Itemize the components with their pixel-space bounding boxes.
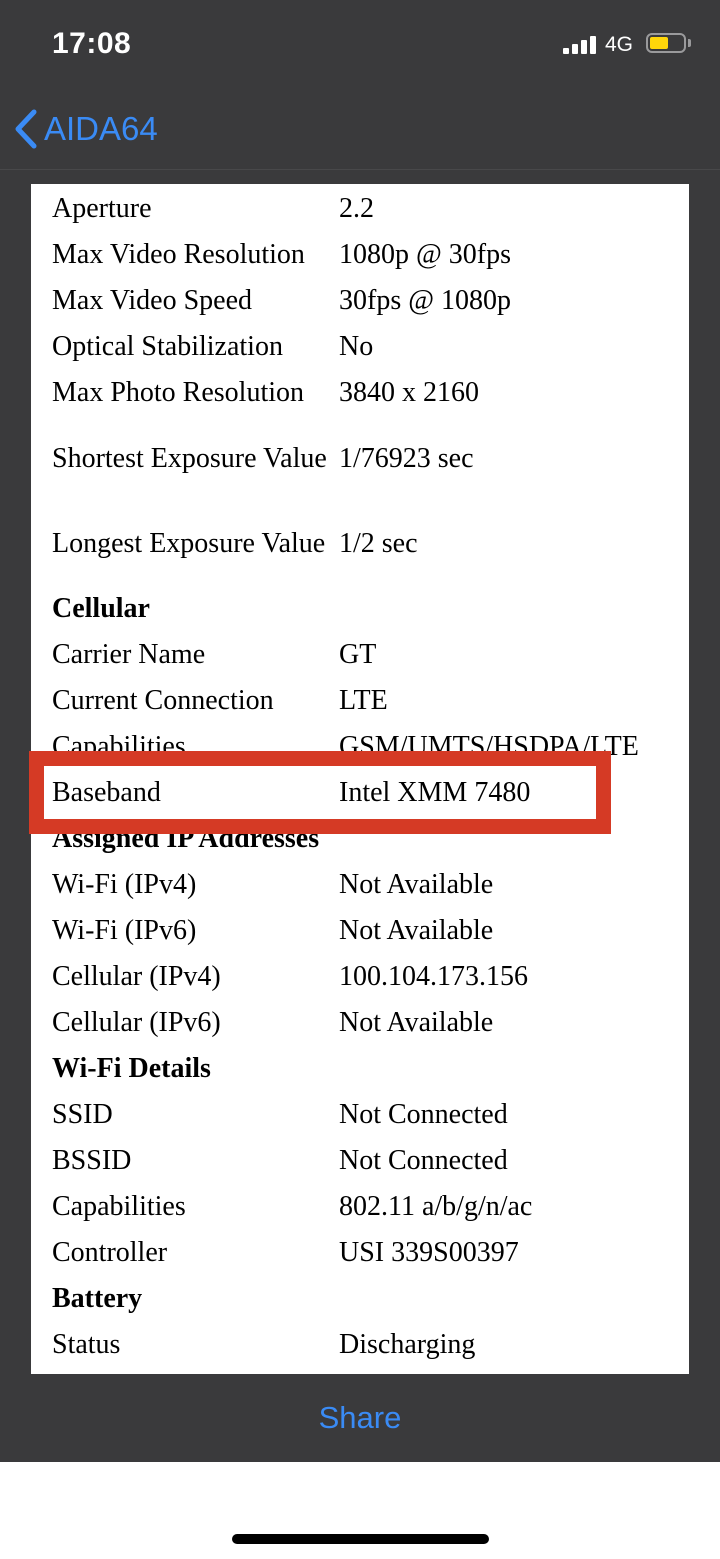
back-button[interactable]: AIDA64 (14, 104, 158, 154)
info-row-label: Baseband (52, 777, 161, 808)
info-row-value: No (339, 331, 374, 362)
status-bar: 17:08 4G (0, 0, 720, 90)
info-row: Controller USI 339S00397 (31, 1230, 689, 1276)
info-row-value: GT (339, 639, 377, 670)
info-row-label: Wi-Fi (IPv6) (52, 915, 197, 946)
info-row-label: SSID (52, 1099, 113, 1130)
info-row: Shortest Exposure Value 1/76923 sec (31, 416, 689, 501)
share-bar: Share (0, 1374, 720, 1462)
info-row: Baseband Intel XMM 7480 (31, 770, 689, 816)
info-row-label: BSSID (52, 1145, 132, 1176)
share-button[interactable]: Share (319, 1400, 402, 1436)
info-row-label: Cellular (IPv4) (52, 961, 221, 992)
section-header: Battery (31, 1276, 689, 1322)
info-row-value: Not Connected (339, 1099, 508, 1130)
info-row: Max Video Speed 30fps @ 1080p (31, 278, 689, 324)
info-row-value: Intel XMM 7480 (339, 777, 531, 808)
info-row-value: 30fps @ 1080p (339, 285, 512, 316)
info-row: Optical Stabilization No (31, 324, 689, 370)
info-row-label: Shortest Exposure Value (52, 442, 327, 474)
info-table: Aperture 2.2 Max Video Resolution 1080p @ 3… (31, 186, 689, 1368)
info-row-label: Capabilities (52, 731, 186, 762)
navigation-bar: AIDA64 (0, 90, 720, 170)
back-button-label: AIDA64 (44, 110, 158, 147)
info-row-label: Current Connection (52, 685, 274, 716)
info-row: Cellular (IPv4) 100.104.173.156 (31, 954, 689, 1000)
info-row-value: LTE (339, 685, 388, 716)
info-row: Aperture 2.2 (31, 186, 689, 232)
info-row: Cellular (IPv6) Not Available (31, 1000, 689, 1046)
info-row-value: Not Connected (339, 1145, 508, 1176)
info-row-value: Not Available (339, 1007, 494, 1038)
info-row-label: Wi-Fi (IPv4) (52, 869, 197, 900)
section-header: Cellular (31, 586, 689, 632)
network-type-label: 4G (605, 33, 634, 56)
section-header: Wi-Fi Details (31, 1046, 689, 1092)
section-header: Assigned IP Addresses (31, 816, 689, 862)
info-row: Capabilities GSM/UMTS/HSDPA/LTE (31, 724, 689, 770)
info-row-value: USI 339S00397 (339, 1237, 519, 1268)
info-row-value: Not Available (339, 915, 494, 946)
info-row: SSID Not Connected (31, 1092, 689, 1138)
info-row-label: Optical Stabilization (52, 331, 283, 362)
info-row-value: 1/76923 sec (339, 442, 474, 474)
info-row: Capabilities 802.11 a/b/g/n/ac (31, 1184, 689, 1230)
info-row-label: Max Video Speed (52, 285, 252, 316)
section-title: Assigned IP Addresses (52, 823, 320, 854)
info-row-value: GSM/UMTS/HSDPA/LTE (339, 731, 639, 762)
battery-cap (688, 39, 691, 47)
section-title: Wi-Fi Details (52, 1053, 211, 1084)
info-row-label: Max Photo Resolution (52, 377, 305, 408)
info-row-value: 100.104.173.156 (339, 961, 528, 992)
info-row: Current Connection LTE (31, 678, 689, 724)
section-title: Cellular (52, 593, 150, 624)
info-row: Max Photo Resolution 3840 x 2160 (31, 370, 689, 416)
info-row: BSSID Not Connected (31, 1138, 689, 1184)
info-row-value: Discharging (339, 1329, 476, 1360)
info-row: Max Video Resolution 1080p @ 30fps (31, 232, 689, 278)
info-row: Carrier Name GT (31, 632, 689, 678)
info-row: Wi-Fi (IPv4) Not Available (31, 862, 689, 908)
info-row-label: Longest Exposure Value (52, 527, 326, 559)
cellular-signal-icon (563, 36, 597, 54)
home-area (0, 1462, 720, 1559)
status-time: 17:08 (52, 27, 132, 60)
info-row: Status Discharging (31, 1322, 689, 1368)
info-row-label: Cellular (IPv6) (52, 1007, 221, 1038)
info-row: Wi-Fi (IPv6) Not Available (31, 908, 689, 954)
info-row-label: Carrier Name (52, 639, 206, 670)
device-info-content[interactable]: Aperture 2.2 Max Video Resolution 1080p @ 3… (31, 184, 689, 1374)
info-row-label: Status (52, 1329, 121, 1360)
info-row: Longest Exposure Value 1/2 sec (31, 501, 689, 586)
section-title: Battery (52, 1283, 143, 1314)
info-row-label: Capabilities (52, 1191, 186, 1222)
info-row-label: Max Video Resolution (52, 239, 305, 270)
info-row-value: 802.11 a/b/g/n/ac (339, 1191, 533, 1222)
info-row-label: Aperture (52, 193, 152, 224)
info-row-label: Controller (52, 1237, 168, 1268)
chevron-left-icon (15, 109, 37, 149)
battery-level-fill (650, 37, 668, 49)
info-row-value: 3840 x 2160 (339, 377, 479, 408)
home-indicator[interactable] (232, 1534, 489, 1544)
battery-icon (646, 33, 686, 53)
info-row-value: 1/2 sec (339, 527, 418, 559)
info-row-value: 2.2 (339, 193, 374, 224)
info-row-value: Not Available (339, 869, 494, 900)
info-row-value: 1080p @ 30fps (339, 239, 512, 270)
